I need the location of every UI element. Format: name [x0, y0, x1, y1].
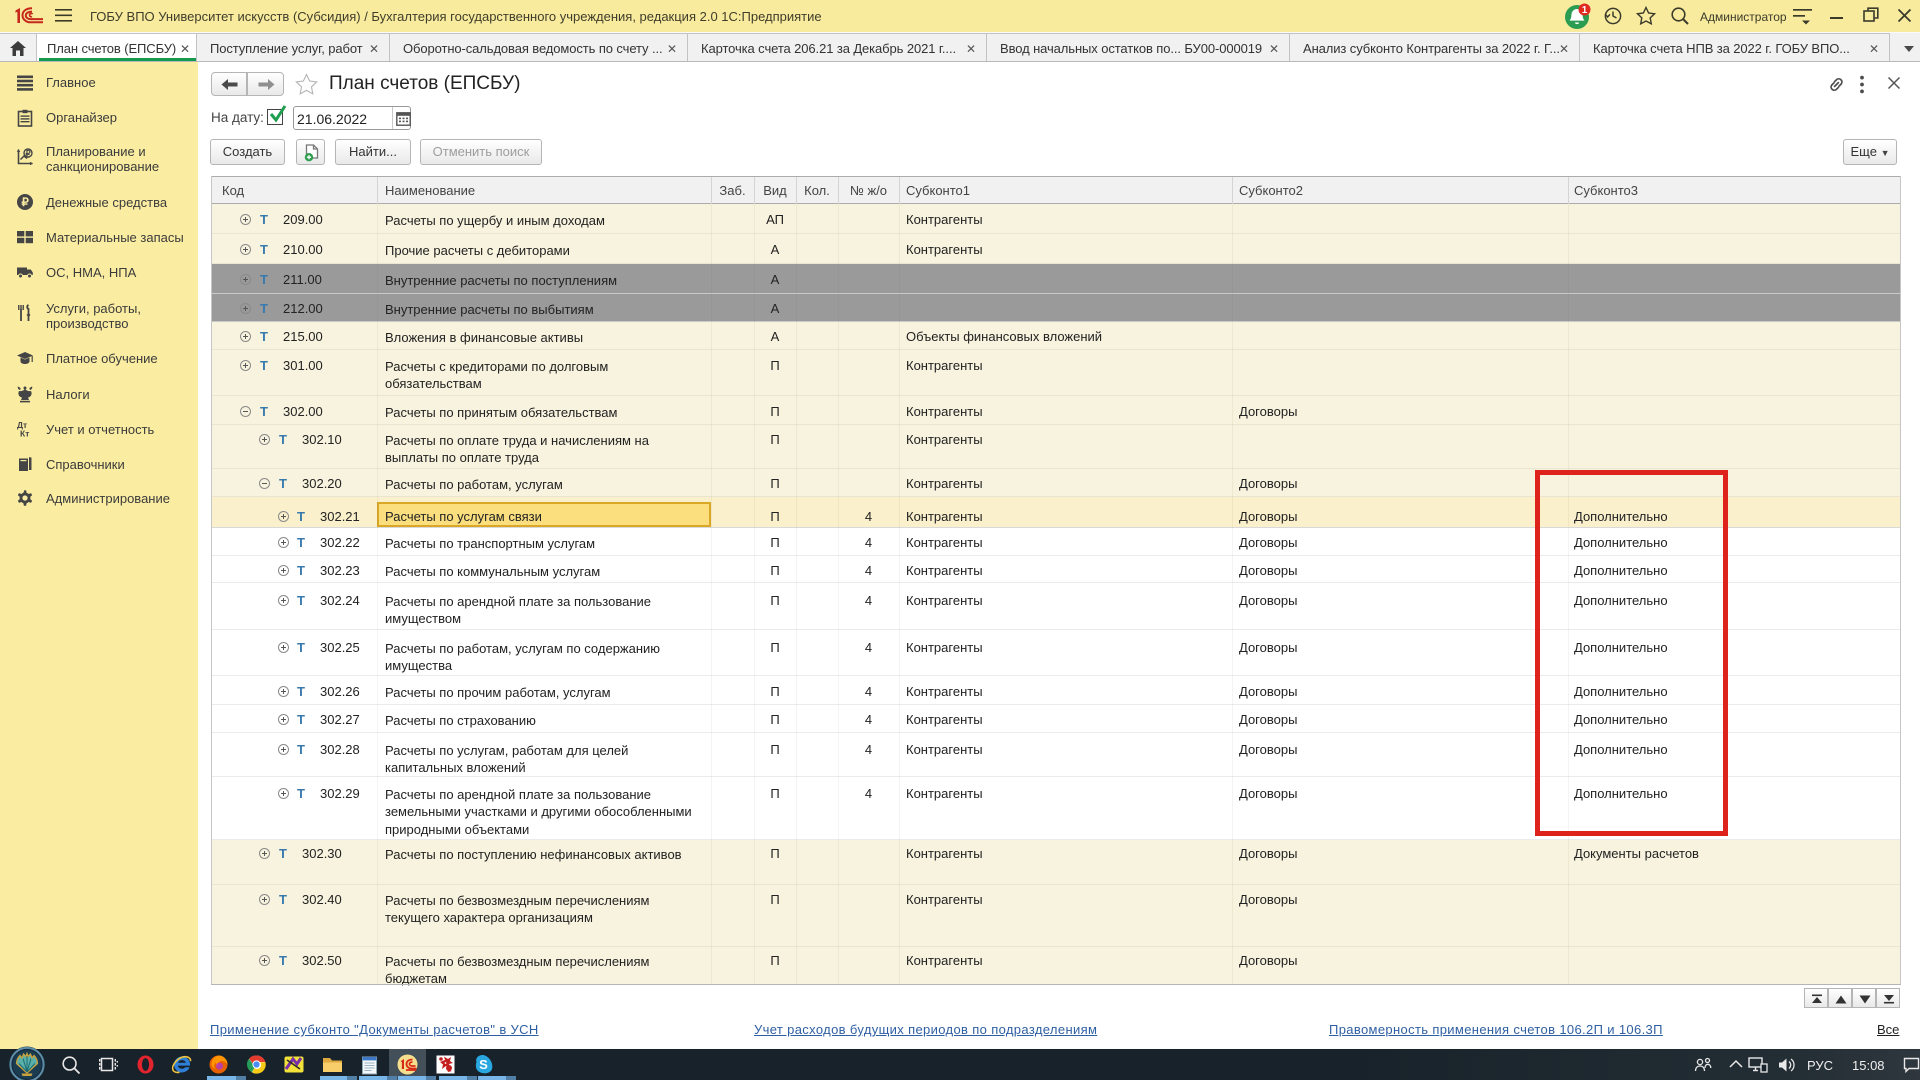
- svg-text:S: S: [479, 1057, 488, 1072]
- svg-text:₽: ₽: [22, 197, 30, 209]
- svg-text:1: 1: [1582, 5, 1588, 16]
- svg-text:Кт: Кт: [20, 429, 29, 439]
- svg-text:₽: ₽: [25, 149, 30, 158]
